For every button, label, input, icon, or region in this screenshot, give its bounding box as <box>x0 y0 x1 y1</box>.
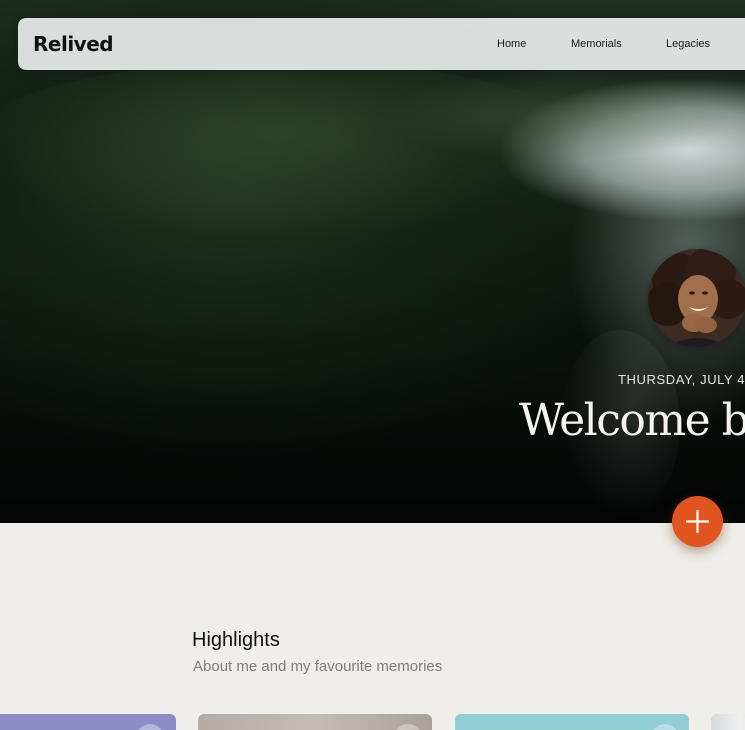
nav-memorials-link[interactable]: Memorials <box>571 38 622 50</box>
top-navbar: Relived Home Memorials Legacies <box>18 18 745 70</box>
highlight-card[interactable] <box>711 714 745 730</box>
card-badge-icon <box>394 724 422 730</box>
page: THURSDAY, JULY 4, Welcome bac Relived Ho… <box>0 0 745 730</box>
nav-home-link[interactable]: Home <box>497 38 526 50</box>
highlight-card[interactable] <box>455 714 689 730</box>
plus-icon <box>685 509 710 534</box>
highlight-card[interactable] <box>0 714 176 730</box>
logo[interactable]: Relived <box>33 32 114 56</box>
avatar-photo <box>648 249 745 347</box>
nav-legacies-link[interactable]: Legacies <box>666 38 710 50</box>
highlights-title: Highlights <box>192 629 280 651</box>
avatar[interactable] <box>648 249 745 347</box>
add-button[interactable] <box>672 496 723 547</box>
highlight-card[interactable] <box>198 714 432 730</box>
hero-date: THURSDAY, JULY 4, <box>618 372 745 387</box>
card-badge-icon <box>136 724 164 730</box>
card-badge-icon <box>651 724 679 730</box>
highlights-subtitle: About me and my favourite memories <box>193 658 443 675</box>
welcome-heading: Welcome bac <box>519 395 745 446</box>
hero-banner: THURSDAY, JULY 4, Welcome bac <box>0 0 745 523</box>
